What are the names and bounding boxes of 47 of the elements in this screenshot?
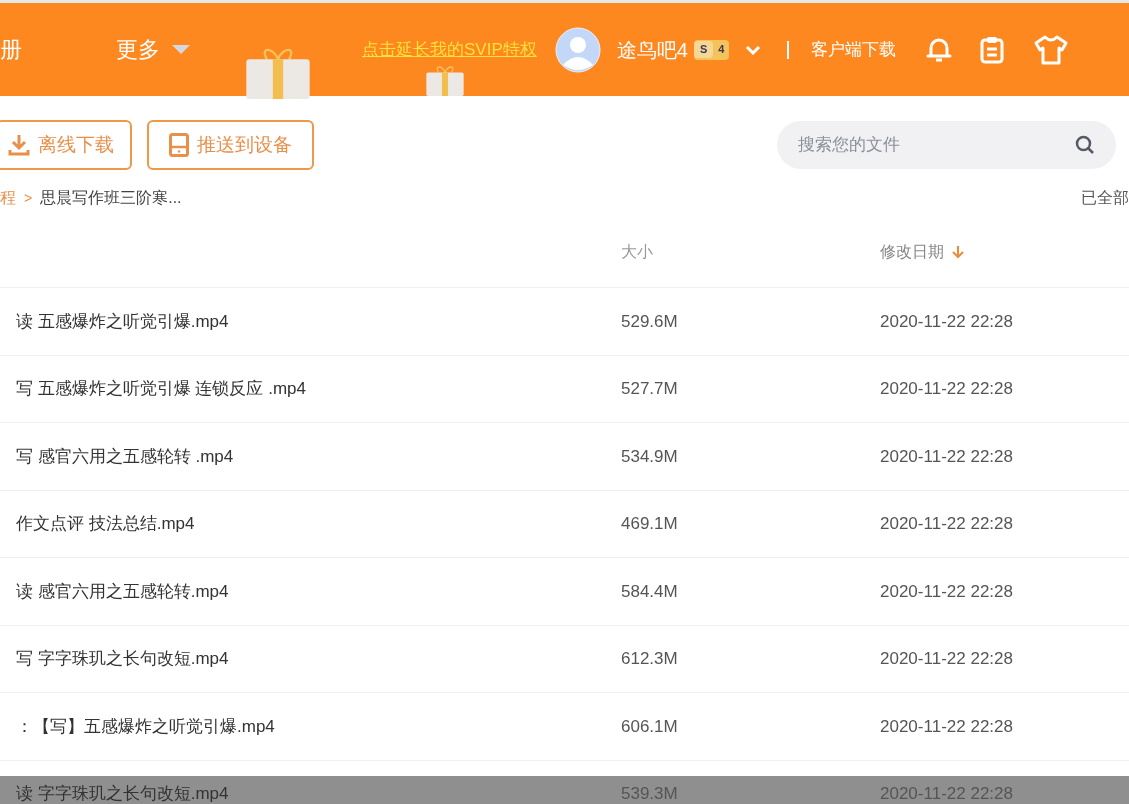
search-icon[interactable] xyxy=(1075,135,1095,155)
modified-date: 2020-11-22 22:28 xyxy=(880,648,1013,670)
sort-down-icon xyxy=(952,244,964,259)
push-to-device-button[interactable]: 推送到设备 xyxy=(147,120,314,170)
breadcrumb-item[interactable]: 程 xyxy=(0,186,16,210)
file-name[interactable]: 读 感官六用之五感轮转.mp4 xyxy=(16,578,621,604)
clipboard-icon[interactable] xyxy=(980,35,1005,64)
t-shirt-icon[interactable] xyxy=(1034,34,1069,65)
nav-link[interactable]: 册 xyxy=(0,33,116,66)
svip-level-badge: S 4 xyxy=(693,39,730,60)
modified-date: 2020-11-22 22:28 xyxy=(880,715,1013,738)
file-size: 527.7M xyxy=(621,378,679,400)
user-name[interactable]: 途鸟吧4 xyxy=(616,34,688,65)
file-name[interactable]: 读 五感爆炸之听觉引爆.mp4 xyxy=(16,308,621,334)
file-name[interactable]: ：【写】五感爆炸之听觉引爆.mp4 xyxy=(16,713,621,739)
file-size: 539.3M xyxy=(621,783,679,804)
avatar[interactable] xyxy=(554,26,601,73)
tablet-icon xyxy=(169,133,189,157)
file-size: 534.9M xyxy=(621,445,679,468)
file-name[interactable]: 写 感官六用之五感轮转 .mp4 xyxy=(16,443,621,469)
file-name[interactable]: 写 字字珠玑之长句改短.mp4 xyxy=(16,646,621,672)
file-size: 529.6M xyxy=(621,310,679,333)
file-name[interactable]: 作文点评 技法总结.mp4 xyxy=(16,511,621,537)
file-name[interactable]: 读 字字珠玑之长句改短.mp4 xyxy=(16,781,621,804)
file-size: 469.1M xyxy=(621,513,679,535)
load-status: 已全部 xyxy=(1081,188,1129,208)
column-header[interactable]: 大小 xyxy=(621,239,880,264)
client-download-link[interactable]: 客户端下载 xyxy=(811,36,897,63)
download-icon xyxy=(8,133,30,157)
column-header[interactable]: 修改日期 xyxy=(880,239,964,264)
more-menu[interactable]: 更多 xyxy=(116,33,190,66)
modified-date: 2020-11-22 22:28 xyxy=(880,580,1013,603)
modified-date: 2020-11-22 22:28 xyxy=(880,378,1013,400)
breadcrumb-item[interactable]: 思晨写作班三阶寒... xyxy=(40,186,182,210)
search-field[interactable]: 搜索您的文件 xyxy=(777,121,1116,169)
file-size: 612.3M xyxy=(621,648,679,670)
file-size: 606.1M xyxy=(621,715,679,738)
chevron-down-icon[interactable] xyxy=(745,44,762,55)
modified-date: 2020-11-22 22:28 xyxy=(880,445,1013,468)
modified-date: 2020-11-22 22:28 xyxy=(880,513,1013,535)
file-name[interactable]: 写 五感爆炸之听觉引爆 连锁反应 .mp4 xyxy=(16,376,621,402)
caret-icon xyxy=(172,44,190,55)
modified-date: 2020-11-22 22:28 xyxy=(880,310,1013,333)
offline-download-button[interactable]: 离线下载 xyxy=(0,120,132,170)
breadcrumb-separator: > xyxy=(24,188,33,208)
file-size: 584.4M xyxy=(621,580,679,603)
modified-date: 2020-11-22 22:28 xyxy=(880,783,1013,804)
